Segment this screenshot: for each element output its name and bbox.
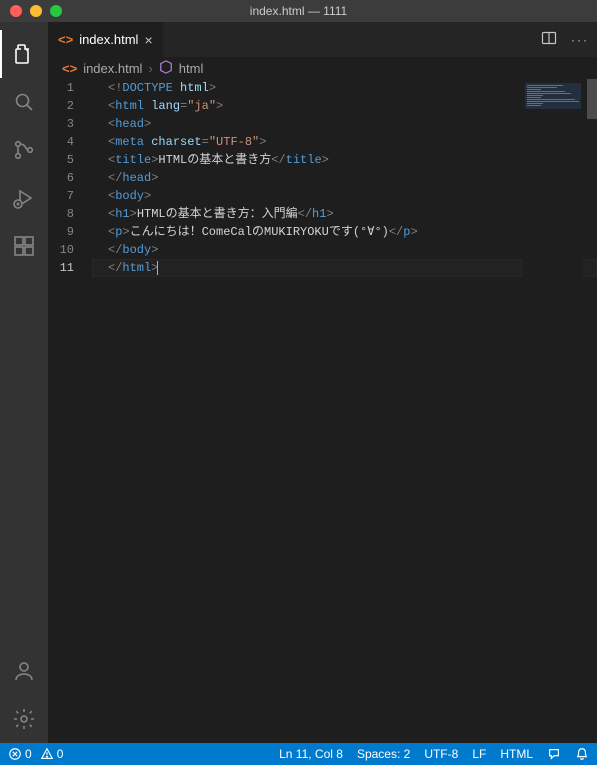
status-eol[interactable]: LF <box>472 747 486 761</box>
line-number: 5 <box>48 151 74 169</box>
breadcrumbs[interactable]: <> index.html › html <box>48 57 597 79</box>
chevron-right-icon: › <box>148 61 152 76</box>
code-line[interactable]: <html lang="ja"> <box>92 97 597 115</box>
window-controls <box>0 5 62 17</box>
feedback-icon[interactable] <box>547 747 561 761</box>
close-tab-icon[interactable]: × <box>144 33 152 47</box>
code-line[interactable]: <p>こんにちは！ComeCalのMUKIRYOKUです(°∀°)</p> <box>92 223 597 241</box>
bell-icon[interactable] <box>575 747 589 761</box>
split-editor-icon[interactable] <box>541 30 557 49</box>
error-count: 0 <box>25 747 32 761</box>
tab-index-html[interactable]: <> index.html × <box>48 22 164 57</box>
line-number: 6 <box>48 169 74 187</box>
line-number: 2 <box>48 97 74 115</box>
tab-actions: ··· <box>541 22 597 57</box>
line-number: 7 <box>48 187 74 205</box>
line-number: 9 <box>48 223 74 241</box>
debug-icon[interactable] <box>0 174 48 222</box>
code-line[interactable]: <!DOCTYPE html> <box>92 79 597 97</box>
accounts-icon[interactable] <box>0 647 48 695</box>
code-line[interactable]: <head> <box>92 115 597 133</box>
extensions-icon[interactable] <box>0 222 48 270</box>
line-number: 8 <box>48 205 74 223</box>
status-warnings[interactable]: 0 <box>40 747 64 761</box>
editor-scrollbar[interactable] <box>583 79 597 743</box>
line-number: 4 <box>48 133 74 151</box>
line-gutter: 1234567891011 <box>48 79 92 743</box>
window-title: index.html — 1111 <box>0 4 597 18</box>
scrollbar-thumb[interactable] <box>587 79 597 119</box>
code-line[interactable]: </head> <box>92 169 597 187</box>
code-line[interactable]: <h1>HTMLの基本と書き方：入門編</h1> <box>92 205 597 223</box>
symbol-icon <box>159 60 173 77</box>
minimize-window-icon[interactable] <box>30 5 42 17</box>
breadcrumb-symbol[interactable]: html <box>179 61 204 76</box>
activity-bar <box>0 22 48 743</box>
code-line[interactable]: <meta charset="UTF-8"> <box>92 133 597 151</box>
status-bar: 0 0 Ln 11, Col 8 Spaces: 2 UTF-8 LF HTML <box>0 743 597 765</box>
status-language[interactable]: HTML <box>500 747 533 761</box>
titlebar: index.html — 1111 <box>0 0 597 22</box>
status-encoding[interactable]: UTF-8 <box>424 747 458 761</box>
search-icon[interactable] <box>0 78 48 126</box>
html-file-icon: <> <box>62 61 77 76</box>
status-spaces[interactable]: Spaces: 2 <box>357 747 410 761</box>
maximize-window-icon[interactable] <box>50 5 62 17</box>
explorer-icon[interactable] <box>0 30 48 78</box>
close-window-icon[interactable] <box>10 5 22 17</box>
code-line[interactable]: <title>HTMLの基本と書き方</title> <box>92 151 597 169</box>
settings-gear-icon[interactable] <box>0 695 48 743</box>
code-line[interactable]: </html> <box>92 259 597 277</box>
line-number: 1 <box>48 79 74 97</box>
line-number: 3 <box>48 115 74 133</box>
code-line[interactable]: <body> <box>92 187 597 205</box>
line-number: 10 <box>48 241 74 259</box>
scm-icon[interactable] <box>0 126 48 174</box>
code-editor[interactable]: 1234567891011 <!DOCTYPE html><html lang=… <box>48 79 597 743</box>
editor-group: <> index.html × ··· <> index.html › <box>48 22 597 743</box>
tab-label: index.html <box>79 32 138 47</box>
status-errors[interactable]: 0 <box>8 747 32 761</box>
more-actions-icon[interactable]: ··· <box>571 33 589 47</box>
line-number: 11 <box>48 259 74 277</box>
warning-count: 0 <box>57 747 64 761</box>
tab-bar: <> index.html × ··· <box>48 22 597 57</box>
minimap[interactable] <box>523 79 583 743</box>
html-file-icon: <> <box>58 32 73 47</box>
code-line[interactable]: </body> <box>92 241 597 259</box>
code-area[interactable]: <!DOCTYPE html><html lang="ja"><head><me… <box>92 79 597 743</box>
breadcrumb-file[interactable]: index.html <box>83 61 142 76</box>
status-lncol[interactable]: Ln 11, Col 8 <box>279 747 343 761</box>
